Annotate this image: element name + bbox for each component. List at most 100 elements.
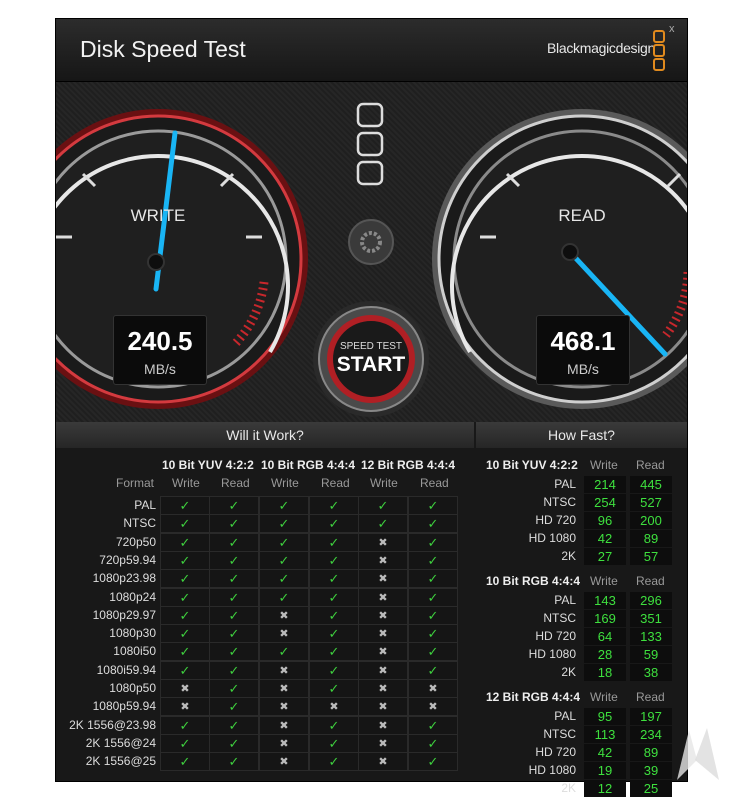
format-label: 1080p50 (109, 681, 156, 695)
write-fps-value: 27 (584, 548, 626, 565)
disk-speed-test-window: Disk Speed Test Blackmagicdesign x WRITE… (55, 18, 688, 797)
format-label: 1080p24 (109, 589, 156, 604)
read-fps-value: 38 (630, 664, 672, 681)
format-label: HD 720 (535, 629, 576, 643)
read-fps-value: 133 (630, 628, 672, 645)
format-label: 2K (561, 549, 576, 563)
check-icon: ✓ (259, 569, 309, 589)
write-fps-value: 18 (584, 664, 626, 681)
format-label: HD 720 (535, 513, 576, 527)
read-fps-value: 296 (630, 592, 672, 609)
format-label: PAL (134, 498, 156, 512)
check-icon: ✓ (408, 514, 458, 534)
format-label: NTSC (543, 495, 576, 509)
read-fps-value: 57 (630, 548, 672, 565)
write-fps-value: 12 (584, 780, 626, 797)
check-icon: ✓ (160, 550, 210, 570)
brand-logo-text: Blackmagicdesign (547, 40, 656, 56)
check-icon: ✓ (209, 514, 259, 534)
check-icon: ✓ (309, 752, 359, 772)
format-label: 1080i50 (113, 644, 156, 659)
read-readout: 468.1 MB/s (536, 315, 630, 385)
cross-icon: ✖ (358, 605, 408, 625)
check-icon: ✓ (309, 660, 359, 680)
format-label: 2K (561, 781, 576, 795)
check-icon: ✓ (160, 605, 210, 625)
check-icon: ✓ (160, 752, 210, 772)
read-fps-value: 527 (630, 494, 672, 511)
cross-icon: ✖ (160, 679, 210, 698)
check-icon: ✓ (209, 715, 259, 735)
check-icon: ✓ (309, 550, 359, 570)
sub-column-header: Write (590, 690, 618, 704)
check-icon: ✓ (209, 697, 259, 717)
cross-icon: ✖ (358, 697, 408, 717)
check-icon: ✓ (408, 752, 458, 772)
start-button[interactable]: SPEED TEST START (333, 321, 409, 397)
check-icon: ✓ (309, 569, 359, 589)
check-icon: ✓ (408, 733, 458, 753)
cross-icon: ✖ (358, 660, 408, 680)
write-fps-value: 42 (584, 530, 626, 547)
gauge-panel: WRITE 240.5 MB/s READ 468.1 MB/s SPEED T… (56, 82, 687, 422)
sub-column-header: Write (590, 458, 618, 472)
check-icon: ✓ (209, 733, 259, 753)
format-label: 1080p59.94 (92, 699, 156, 714)
read-fps-value: 234 (630, 726, 672, 743)
read-fps-value: 445 (630, 476, 672, 493)
check-icon: ✓ (160, 715, 210, 735)
write-fps-value: 254 (584, 494, 626, 511)
group-header: 10 Bit RGB 4:4:4 (261, 458, 356, 472)
check-icon: ✓ (160, 624, 210, 644)
results-area: Will it Work? How Fast? 10 Bit YUV 4:2:2… (56, 422, 687, 797)
cross-icon: ✖ (259, 679, 309, 698)
read-value: 468.1 (550, 326, 616, 356)
close-button[interactable]: x (669, 23, 675, 35)
check-icon: ✓ (209, 642, 259, 662)
check-icon: ✓ (408, 605, 458, 625)
read-fps-value: 39 (630, 762, 672, 779)
cross-icon: ✖ (259, 715, 309, 735)
check-icon: ✓ (408, 550, 458, 570)
sub-column-header: Read (636, 458, 665, 472)
cross-icon: ✖ (358, 642, 408, 662)
format-label: PAL (554, 477, 576, 491)
check-icon: ✓ (309, 587, 359, 607)
format-column-header: Format (116, 476, 155, 490)
format-label: HD 720 (535, 745, 576, 759)
check-icon: ✓ (358, 496, 408, 515)
read-unit: MB/s (567, 361, 599, 377)
read-fps-value: 200 (630, 512, 672, 529)
read-fps-value: 351 (630, 610, 672, 627)
format-label: 2K 1556@23.98 (69, 717, 156, 732)
file-stack-icon (356, 102, 384, 186)
check-icon: ✓ (309, 514, 359, 534)
check-icon: ✓ (209, 605, 259, 625)
cross-icon: ✖ (259, 605, 309, 625)
write-value: 240.5 (127, 326, 193, 356)
check-icon: ✓ (309, 605, 359, 625)
check-icon: ✓ (408, 660, 458, 680)
check-icon: ✓ (209, 679, 259, 698)
cross-icon: ✖ (358, 715, 408, 735)
check-icon: ✓ (160, 496, 210, 515)
write-fps-value: 19 (584, 762, 626, 779)
check-icon: ✓ (209, 550, 259, 570)
check-icon: ✓ (259, 587, 309, 607)
sub-column-header: Read (321, 476, 350, 490)
sub-column-header: Write (172, 476, 200, 490)
format-label: PAL (554, 593, 576, 607)
read-fps-value: 197 (630, 708, 672, 725)
format-label: 1080i59.94 (96, 662, 156, 677)
blackmagic-logo-icon (653, 30, 665, 72)
section-header: 10 Bit RGB 4:4:4 (486, 574, 581, 588)
check-icon: ✓ (309, 715, 359, 735)
start-button-subtitle: SPEED TEST (339, 341, 403, 352)
format-label: 1080p23.98 (92, 571, 156, 586)
cross-icon: ✖ (259, 733, 309, 753)
section-header: 10 Bit YUV 4:2:2 (486, 458, 578, 472)
check-icon: ✓ (259, 642, 309, 662)
check-icon: ✓ (160, 514, 210, 534)
format-label: 2K 1556@25 (85, 754, 156, 769)
settings-gear-icon (348, 219, 394, 265)
